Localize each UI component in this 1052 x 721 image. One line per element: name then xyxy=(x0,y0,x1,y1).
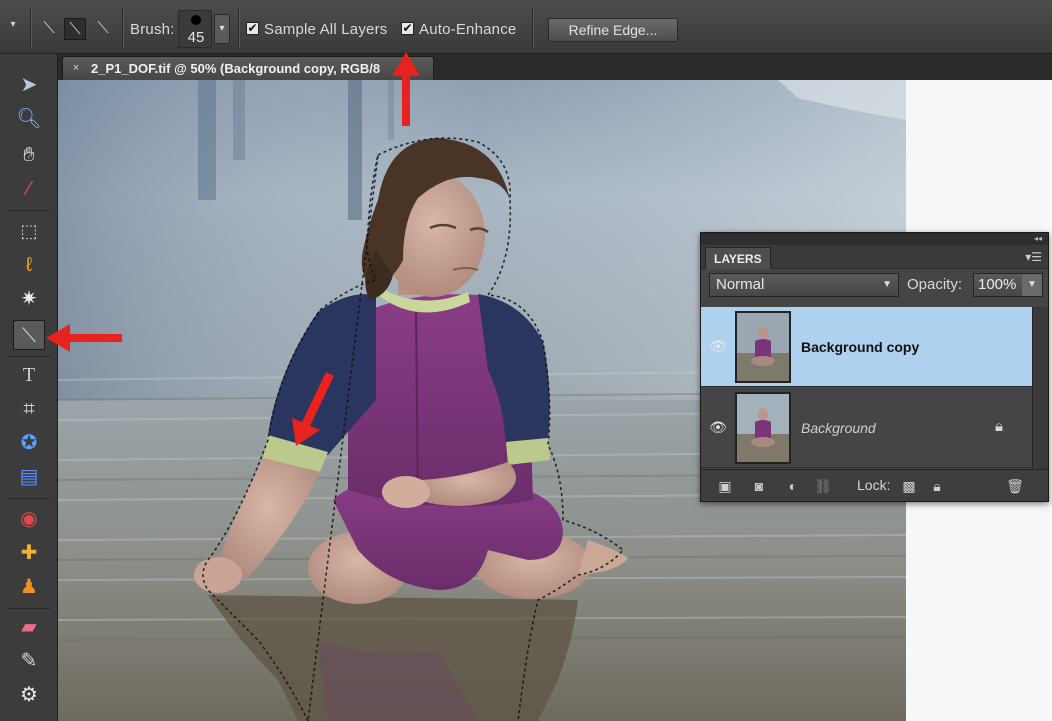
add-to-selection-icon[interactable]: ⟍ xyxy=(64,18,86,40)
lock-icon: 🔒︎ xyxy=(995,418,1003,435)
auto-enhance-checkbox[interactable]: ✔ xyxy=(401,22,414,35)
layers-panel: ◂◂ LAYERS ▾☰ Normal ▼ Opacity: 100% ▼ 👁︎… xyxy=(700,232,1049,502)
zoom-tool-icon[interactable]: 🔍︎ xyxy=(13,104,45,134)
panel-grip[interactable]: ◂◂ xyxy=(701,233,1048,245)
collapse-panel-icon[interactable]: ◂◂ xyxy=(1034,233,1042,245)
hand-tool-icon[interactable]: ✋︎ xyxy=(13,140,45,170)
brush-label: Brush: xyxy=(130,21,175,38)
opacity-input[interactable]: 100% ▼ xyxy=(973,273,1043,297)
layer-mask-icon[interactable]: ◙ xyxy=(749,476,769,496)
visibility-eye-icon[interactable]: 👁︎ xyxy=(709,418,727,436)
auto-enhance-label: Auto-Enhance xyxy=(419,21,517,38)
quick-selection-tool-icon[interactable]: ⟍ xyxy=(13,320,45,350)
annotation-arrow-sleeve xyxy=(292,372,334,446)
layer-thumbnail xyxy=(735,311,791,383)
document-title: 2_P1_DOF.tif @ 50% (Background copy, RGB… xyxy=(91,61,381,76)
magic-wand-tool-icon[interactable]: ✷ xyxy=(13,284,45,314)
brush-tip-icon xyxy=(191,15,201,25)
annotation-arrow-auto-enhance xyxy=(392,52,420,126)
document-tab-bar: × 2_P1_DOF.tif @ 50% (Background copy, R… xyxy=(58,54,1052,80)
refine-edge-button[interactable]: Refine Edge... xyxy=(548,18,678,42)
smart-brush-tool-icon[interactable]: ⚙︎ xyxy=(13,680,45,710)
red-eye-tool-icon[interactable]: ◉ xyxy=(13,504,45,534)
opacity-label: Opacity: xyxy=(907,276,963,293)
document-tab[interactable]: × 2_P1_DOF.tif @ 50% (Background copy, R… xyxy=(62,56,434,80)
layer-name: Background copy xyxy=(801,339,920,355)
new-selection-icon[interactable]: ⟍ xyxy=(38,18,60,40)
trash-icon[interactable]: 🗑︎ xyxy=(1005,476,1025,496)
options-menu-icon[interactable]: ▾ xyxy=(2,14,24,36)
eraser-tool-icon[interactable]: ▰ xyxy=(13,612,45,642)
layer-row-background[interactable]: 👁︎ Background 🔒︎ xyxy=(701,388,1032,468)
link-layers-icon[interactable]: ⛓︎ xyxy=(813,476,833,496)
sample-all-layers-checkbox[interactable]: ✔ xyxy=(246,22,259,35)
visibility-eye-icon[interactable]: 👁︎ xyxy=(709,337,727,355)
healing-brush-tool-icon[interactable]: ✚ xyxy=(13,538,45,568)
marquee-tool-icon[interactable]: ⬚ xyxy=(13,216,45,246)
lasso-tool-icon[interactable]: ℓ xyxy=(13,250,45,280)
brush-size-value: 45 xyxy=(187,29,205,46)
new-layer-icon[interactable]: ▣ xyxy=(715,476,735,496)
layers-panel-footer: ▣ ◙ ◐ ⛓︎ Lock: ▩ 🔒︎ 🗑︎ xyxy=(701,469,1048,501)
brush-tool-icon[interactable]: ✎ xyxy=(13,646,45,676)
layer-row-background-copy[interactable]: 👁︎ Background copy xyxy=(701,307,1032,387)
tool-options-bar: ▾ ⟍ ⟍ ⟍ Brush: 45 ▾ ✔ Sample All Layers … xyxy=(0,0,1052,54)
brush-picker[interactable]: 45 xyxy=(178,10,212,48)
eyedropper-tool-icon[interactable]: ⁄ xyxy=(13,174,45,204)
subtract-selection-icon[interactable]: ⟍ xyxy=(92,18,114,40)
cookie-cutter-tool-icon[interactable]: ✪ xyxy=(13,428,45,458)
type-tool-icon[interactable]: T xyxy=(13,360,45,390)
close-tab-icon[interactable]: × xyxy=(69,61,83,75)
brush-dropdown-button[interactable]: ▾ xyxy=(214,14,230,44)
lock-label: Lock: xyxy=(857,477,891,493)
chevron-down-icon: ▼ xyxy=(882,279,892,290)
blend-mode-select[interactable]: Normal ▼ xyxy=(709,273,899,297)
crop-tool-icon[interactable]: ⌗ xyxy=(13,394,45,424)
move-tool-icon[interactable]: ➤ xyxy=(13,70,45,100)
panel-menu-icon[interactable]: ▾☰ xyxy=(1025,250,1042,264)
toolbox: ➤ 🔍︎ ✋︎ ⁄ ⬚ ℓ ✷ ⟍ T ⌗ ✪ ▤ ◉ ✚ ♟︎ ▰ ✎ ⚙︎ xyxy=(0,54,58,721)
annotation-arrow-quick-selection xyxy=(46,324,122,352)
opacity-value: 100% xyxy=(978,276,1017,293)
tab-layers[interactable]: LAYERS xyxy=(705,247,771,269)
layer-name: Background xyxy=(801,420,876,436)
blend-mode-value: Normal xyxy=(716,276,765,293)
adjustment-layer-icon[interactable]: ◐ xyxy=(783,476,803,496)
lock-all-icon[interactable]: 🔒︎ xyxy=(927,476,947,496)
layers-scrollbar[interactable] xyxy=(1032,307,1048,469)
lock-transparent-icon[interactable]: ▩ xyxy=(899,476,919,496)
sample-all-layers-label: Sample All Layers xyxy=(264,21,388,38)
layer-thumbnail xyxy=(735,392,791,464)
opacity-slider-button[interactable]: ▼ xyxy=(1022,274,1042,296)
clone-stamp-tool-icon[interactable]: ♟︎ xyxy=(13,572,45,602)
straighten-tool-icon[interactable]: ▤ xyxy=(13,462,45,492)
layers-panel-header: LAYERS ▾☰ xyxy=(701,245,1048,269)
